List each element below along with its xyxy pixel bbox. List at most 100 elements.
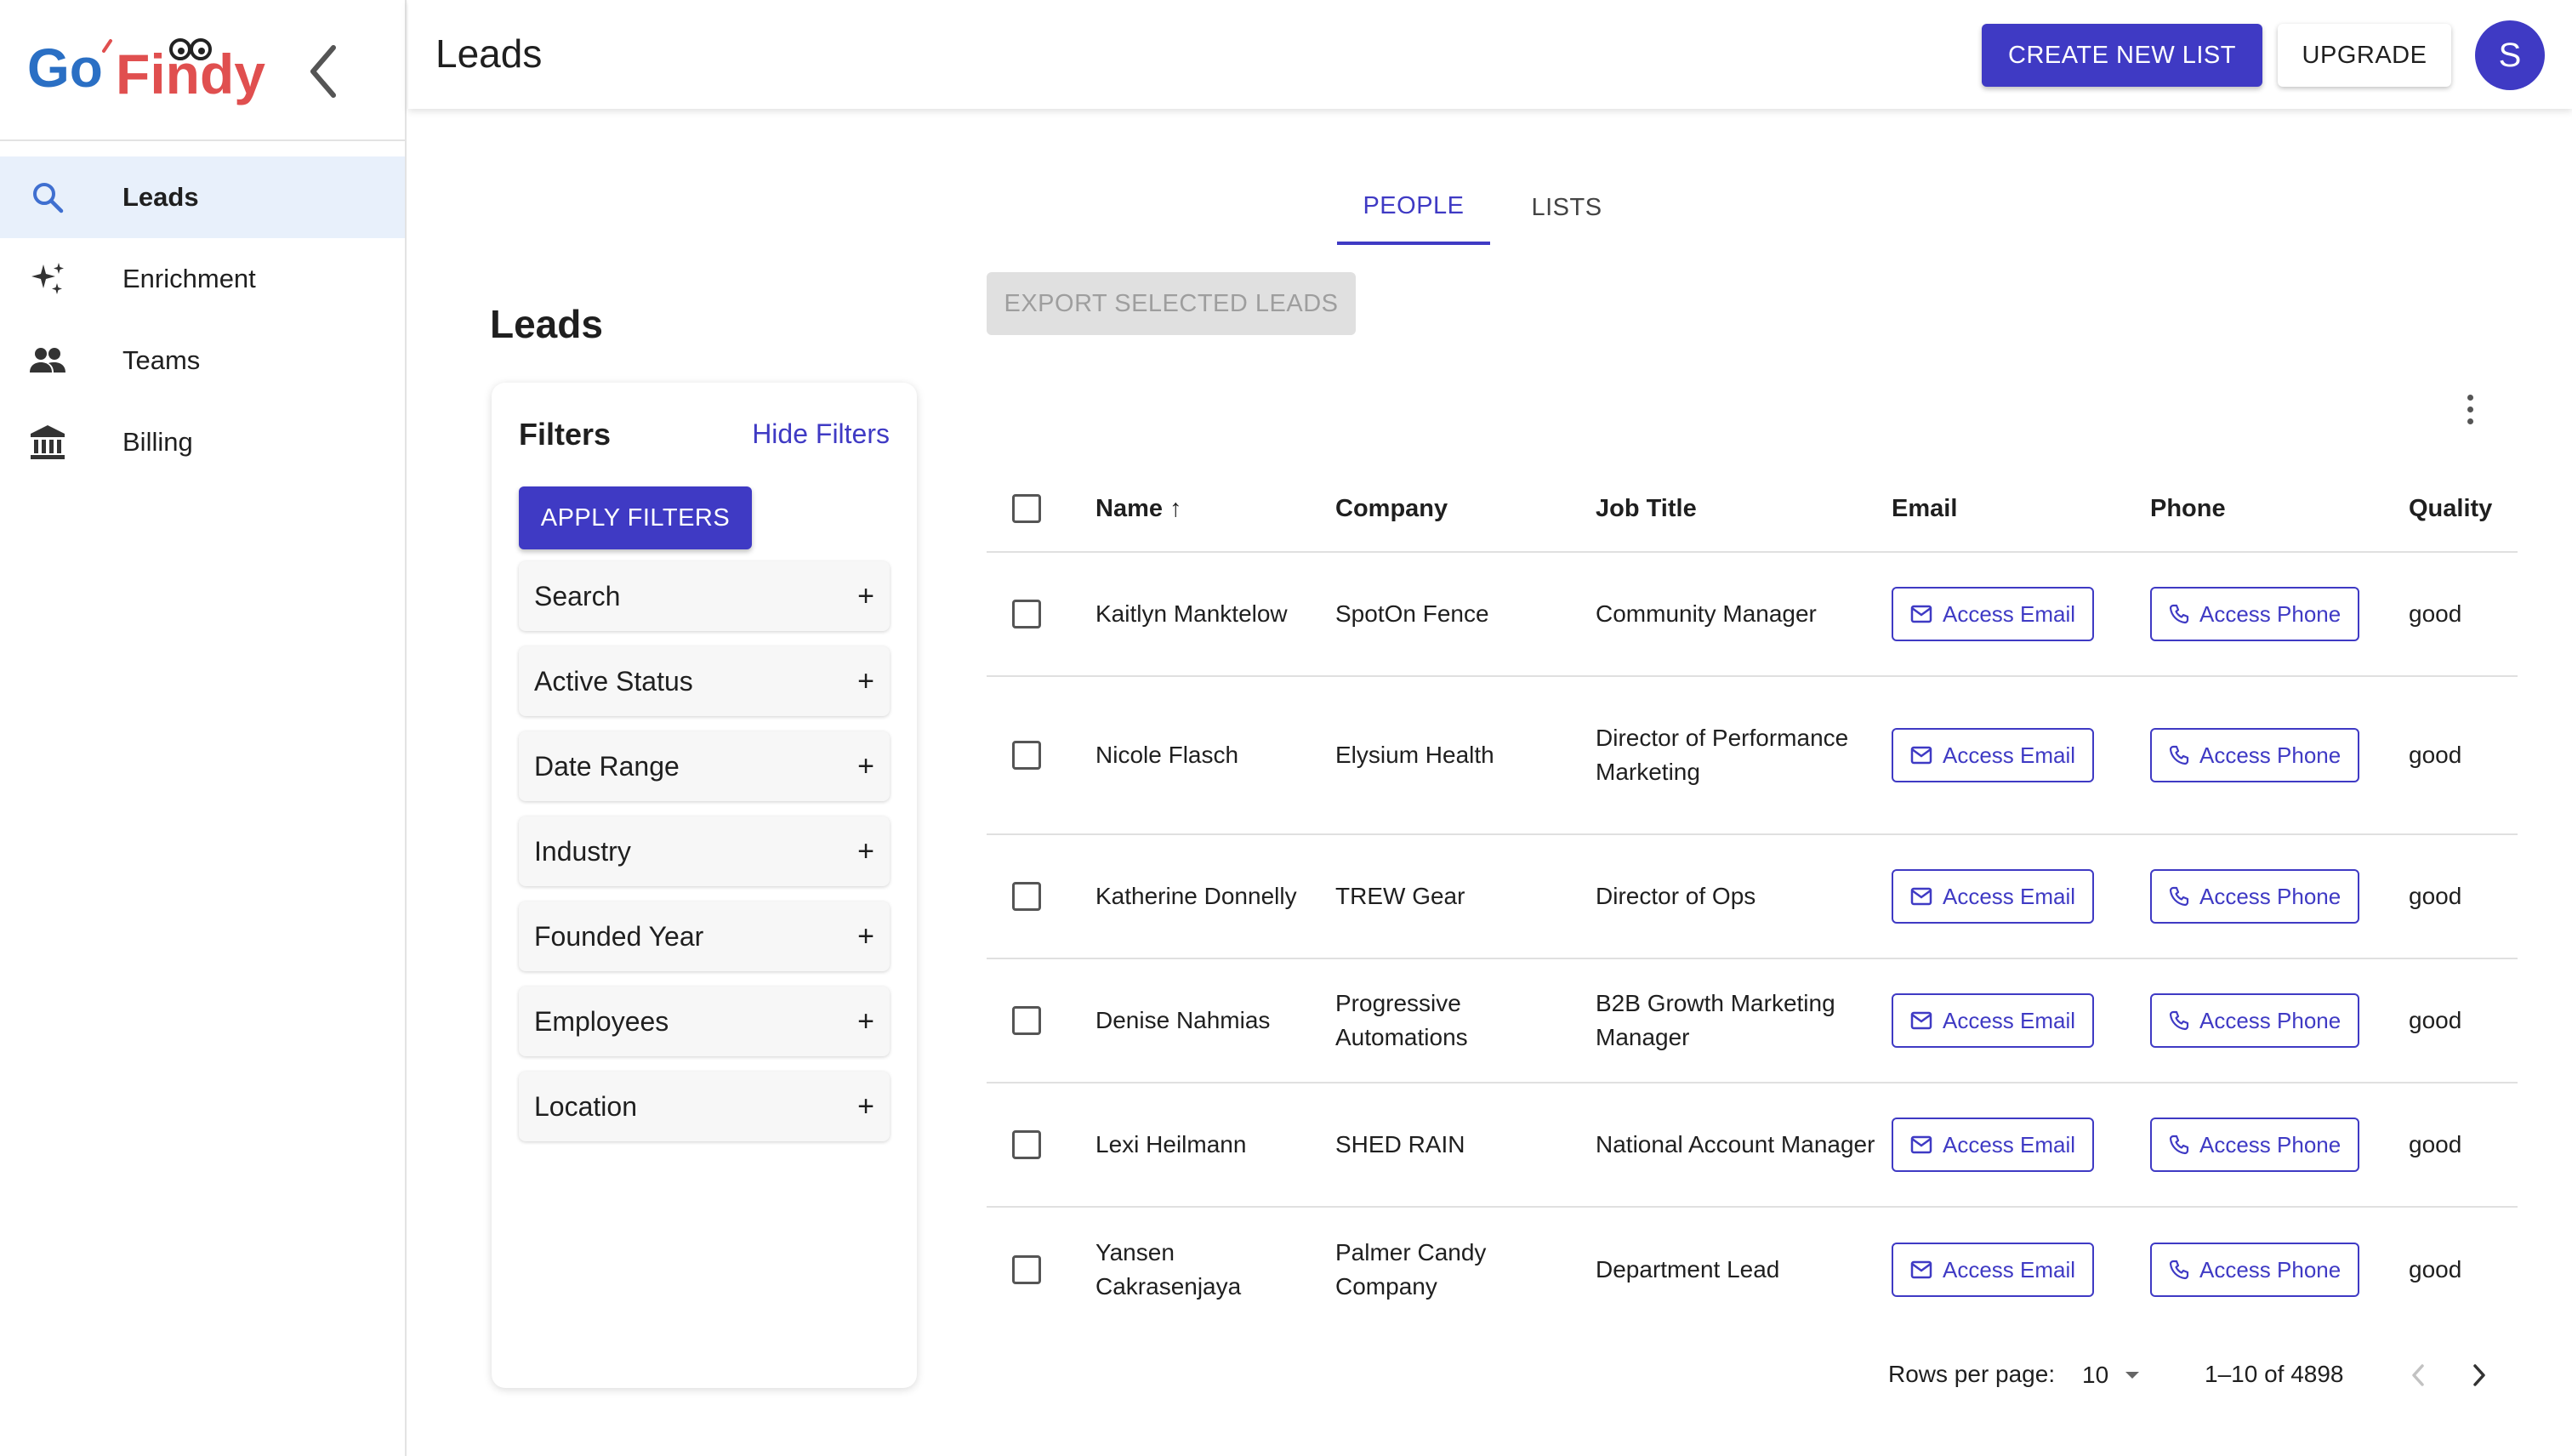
lead-job-title: Director of Ops [1596, 883, 1756, 909]
column-header-email[interactable]: Email [1892, 466, 2130, 551]
more-vertical-icon[interactable] [2450, 384, 2490, 434]
filter-employees[interactable]: Employees + [519, 987, 890, 1056]
row-checkbox[interactable] [1012, 1006, 1041, 1035]
access-phone-button[interactable]: Access Phone [2150, 587, 2360, 641]
avatar[interactable]: S [2475, 20, 2545, 90]
rows-per-page-select[interactable]: 10 [2082, 1354, 2141, 1396]
mail-icon [1910, 1260, 1932, 1279]
access-email-label: Access Email [1943, 742, 2076, 768]
plus-icon: + [857, 749, 874, 782]
sort-ascending-icon: ↑ [1169, 495, 1182, 522]
sidebar-item-teams[interactable]: Teams [0, 320, 405, 401]
column-header-quality[interactable]: Quality [2409, 466, 2511, 551]
people-icon [27, 340, 68, 381]
table-row: Yansen Cakrasenjaya Palmer Candy Company… [987, 1208, 2518, 1332]
export-selected-leads-button[interactable]: EXPORT SELECTED LEADS [987, 272, 1356, 335]
access-email-button[interactable]: Access Email [1892, 869, 2095, 924]
column-header-company[interactable]: Company [1335, 466, 1582, 551]
column-header-name[interactable]: Name ↑ [1095, 466, 1317, 551]
mail-icon [1910, 1011, 1932, 1030]
lead-job-title: Community Manager [1596, 600, 1817, 627]
filter-date-range[interactable]: Date Range + [519, 731, 890, 801]
lead-job-title: National Account Manager [1596, 1131, 1875, 1157]
lead-quality: good [2409, 742, 2462, 768]
tab-lists[interactable]: LISTS [1490, 170, 1643, 245]
caret-down-icon [2125, 1372, 2140, 1379]
filter-location[interactable]: Location + [519, 1072, 890, 1141]
page-title: Leads [435, 31, 543, 76]
access-phone-button[interactable]: Access Phone [2150, 1118, 2360, 1172]
phone-icon [2169, 1135, 2189, 1155]
chevron-left-icon [310, 45, 336, 98]
access-phone-button[interactable]: Access Phone [2150, 869, 2360, 924]
collapse-sidebar-button[interactable] [298, 37, 349, 105]
lead-name: Nicole Flasch [1095, 742, 1239, 768]
lead-quality: good [2409, 883, 2462, 909]
filter-label: Active Status [534, 665, 693, 697]
mail-icon [1910, 605, 1932, 623]
row-checkbox[interactable] [1012, 1130, 1041, 1159]
row-checkbox[interactable] [1012, 741, 1041, 770]
filter-founded-year[interactable]: Founded Year + [519, 901, 890, 971]
column-header-label: Name [1095, 495, 1163, 522]
plus-icon: + [857, 919, 874, 953]
mail-icon [1910, 1135, 1932, 1154]
create-new-list-button[interactable]: CREATE NEW LIST [1982, 24, 2262, 87]
lead-name: Katherine Donnelly [1095, 883, 1297, 909]
rows-per-page-label: Rows per page: [1888, 1361, 2056, 1387]
tab-people[interactable]: PEOPLE [1337, 170, 1490, 245]
sidebar-item-enrichment[interactable]: Enrichment [0, 238, 405, 320]
sidebar-item-billing[interactable]: Billing [0, 401, 405, 483]
apply-filters-button[interactable]: APPLY FILTERS [519, 486, 752, 549]
filter-active-status[interactable]: Active Status + [519, 646, 890, 716]
table-row: Lexi Heilmann SHED RAIN National Account… [987, 1083, 2518, 1208]
lead-name: Denise Nahmias [1095, 1007, 1271, 1033]
logo-go-text: Go [27, 37, 103, 99]
access-email-button[interactable]: Access Email [1892, 728, 2095, 782]
access-phone-button[interactable]: Access Phone [2150, 728, 2360, 782]
upgrade-button[interactable]: UPGRADE [2278, 24, 2451, 87]
access-phone-button[interactable]: Access Phone [2150, 1243, 2360, 1297]
hide-filters-link[interactable]: Hide Filters [752, 418, 890, 450]
table-pagination: Rows per page: 10 1–10 of 4898 [1888, 1345, 2501, 1405]
gofindy-logo[interactable]: Go Findy [27, 31, 282, 116]
row-checkbox[interactable] [1012, 882, 1041, 911]
select-all-checkbox[interactable] [1012, 494, 1041, 523]
sidebar: Go Findy Leads Enrichment Teams Billing [0, 0, 407, 1456]
filter-industry[interactable]: Industry + [519, 816, 890, 886]
lead-company: Progressive Automations [1335, 990, 1468, 1050]
access-email-button[interactable]: Access Email [1892, 1118, 2095, 1172]
plus-icon: + [857, 1089, 874, 1123]
access-email-button[interactable]: Access Email [1892, 587, 2095, 641]
filter-label: Industry [534, 835, 631, 867]
access-email-label: Access Email [1943, 1257, 2076, 1283]
access-phone-label: Access Phone [2199, 601, 2342, 627]
row-checkbox[interactable] [1012, 600, 1041, 628]
previous-page-button[interactable] [2398, 1356, 2438, 1395]
row-checkbox[interactable] [1012, 1255, 1041, 1284]
bank-icon [27, 422, 68, 463]
next-page-button[interactable] [2460, 1356, 2499, 1395]
filter-search[interactable]: Search + [519, 561, 890, 631]
sidebar-item-label: Teams [122, 345, 201, 375]
filter-label: Founded Year [534, 920, 704, 952]
sidebar-item-label: Leads [122, 182, 199, 212]
lead-job-title: Director of Performance Marketing [1596, 725, 1849, 785]
lead-name: Yansen Cakrasenjaya [1095, 1239, 1242, 1300]
chevron-right-icon [2473, 1364, 2485, 1386]
sidebar-item-label: Billing [122, 427, 193, 457]
sidebar-item-leads[interactable]: Leads [0, 156, 405, 238]
access-phone-button[interactable]: Access Phone [2150, 993, 2360, 1048]
access-phone-label: Access Phone [2199, 742, 2342, 768]
access-phone-label: Access Phone [2199, 884, 2342, 909]
column-header-phone[interactable]: Phone [2150, 466, 2388, 551]
pagination-range: 1–10 of 4898 [2205, 1361, 2344, 1387]
access-email-label: Access Email [1943, 1008, 2076, 1033]
access-email-button[interactable]: Access Email [1892, 1243, 2095, 1297]
column-header-job-title[interactable]: Job Title [1596, 466, 1876, 551]
lead-company: SpotOn Fence [1335, 600, 1489, 627]
chevron-left-icon [2412, 1364, 2424, 1386]
access-email-button[interactable]: Access Email [1892, 993, 2095, 1048]
table-row: Kaitlyn Manktelow SpotOn Fence Community… [987, 553, 2518, 677]
table-row: Katherine Donnelly TREW Gear Director of… [987, 835, 2518, 959]
